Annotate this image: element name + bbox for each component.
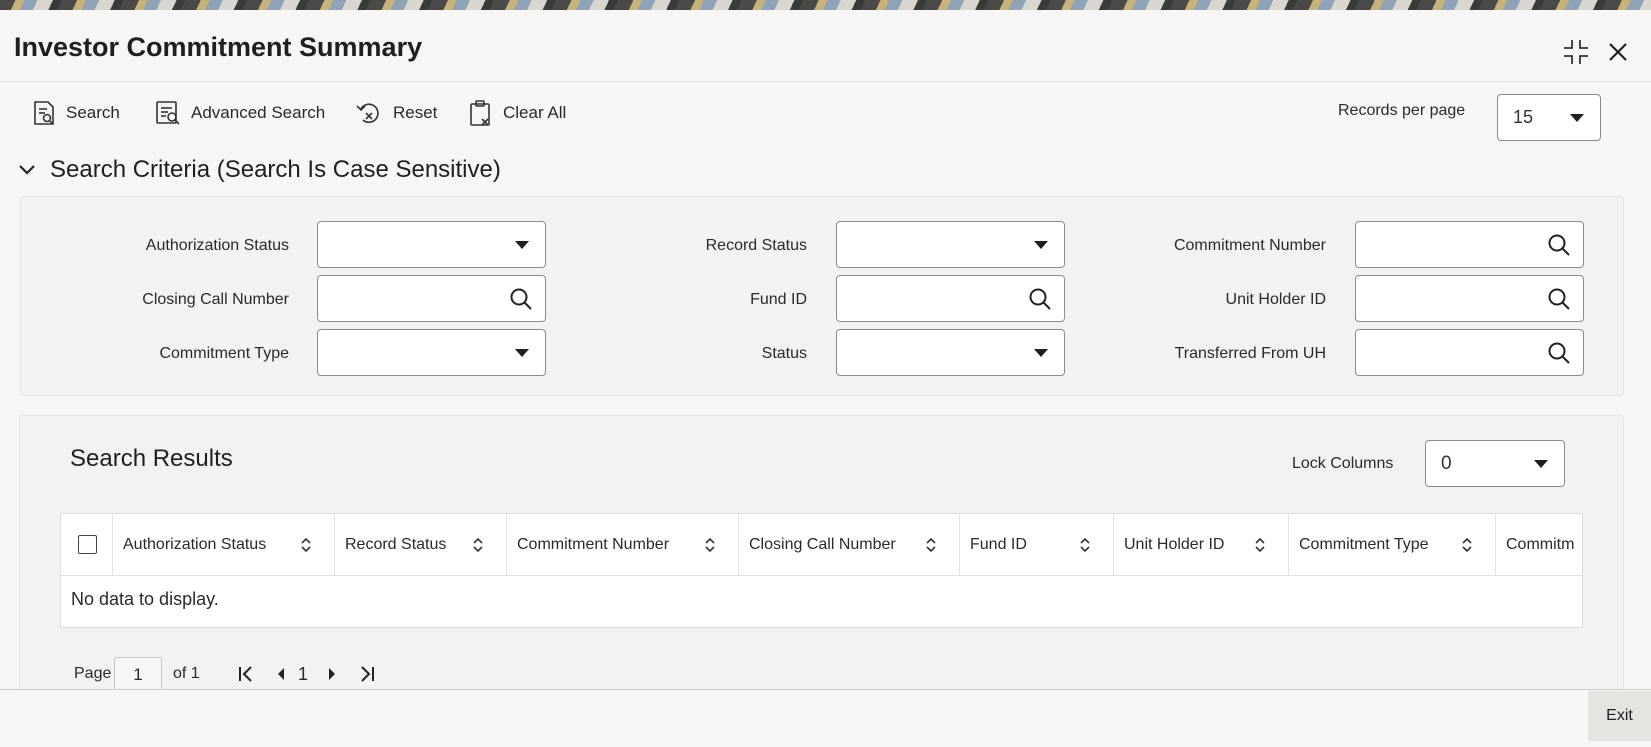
table-header: Authorization Status Record Status Commi…: [61, 514, 1582, 576]
exit-button[interactable]: Exit: [1588, 691, 1651, 741]
transferred-from-uh-input[interactable]: [1355, 329, 1584, 376]
commitment-number-label: Commitment Number: [1173, 237, 1326, 254]
unit-holder-id-label: Unit Holder ID: [1225, 291, 1326, 308]
records-per-page-select[interactable]: 15: [1497, 94, 1601, 141]
column-commitment-type[interactable]: Commitment Type: [1289, 514, 1496, 576]
select-all-cell: [61, 514, 113, 576]
sort-icon: [926, 537, 936, 553]
sort-icon: [473, 537, 483, 553]
column-commitment-number[interactable]: Commitment Number: [507, 514, 739, 576]
closing-call-number-label: Closing Call Number: [142, 291, 289, 308]
column-authorization-status[interactable]: Authorization Status: [113, 514, 335, 576]
column-label: Unit Holder ID: [1124, 536, 1225, 553]
reset-button[interactable]: Reset: [355, 96, 437, 130]
authorization-status-select[interactable]: [317, 221, 546, 268]
advanced-search-button[interactable]: Advanced Search: [155, 96, 325, 130]
column-label: Commitment Number: [517, 536, 670, 553]
column-label: Fund ID: [970, 536, 1027, 553]
column-closing-call-number[interactable]: Closing Call Number: [739, 514, 960, 576]
window-header: Investor Commitment Summary: [0, 10, 1651, 82]
decorative-banner: [0, 0, 1651, 10]
chevron-down-icon: [19, 165, 35, 175]
lock-columns-label: Lock Columns: [1292, 455, 1394, 472]
results-table: Authorization Status Record Status Commi…: [60, 513, 1583, 628]
close-icon[interactable]: [1604, 38, 1632, 66]
chevron-down-icon: [1534, 460, 1548, 468]
sort-icon: [705, 537, 715, 553]
search-results-title: Search Results: [70, 445, 233, 472]
footer: Exit: [0, 689, 1651, 747]
search-criteria-header[interactable]: Search Criteria (Search Is Case Sensitiv…: [18, 156, 501, 184]
search-button[interactable]: Search: [32, 96, 120, 130]
lock-columns-select[interactable]: 0: [1425, 440, 1565, 487]
maximize-icon[interactable]: [1562, 38, 1590, 66]
record-status-label: Record Status: [705, 237, 807, 254]
next-page-icon[interactable]: [321, 663, 343, 685]
column-fund-id[interactable]: Fund ID: [960, 514, 1114, 576]
column-commitment-truncated[interactable]: Commitm: [1496, 514, 1582, 576]
first-page-icon[interactable]: [235, 663, 257, 685]
clipboard-icon: [470, 100, 490, 126]
select-all-checkbox[interactable]: [78, 535, 97, 554]
column-label: Record Status: [345, 536, 447, 553]
empty-message: No data to display.: [71, 589, 219, 609]
commitment-number-input[interactable]: [1355, 221, 1584, 268]
page-number-input[interactable]: 1: [114, 657, 162, 693]
last-page-icon[interactable]: [356, 663, 378, 685]
search-criteria-title: Search Criteria (Search Is Case Sensitiv…: [50, 156, 501, 183]
column-unit-holder-id[interactable]: Unit Holder ID: [1114, 514, 1289, 576]
reset-label: Reset: [393, 103, 438, 122]
sort-icon: [1255, 537, 1265, 553]
pagination: Page 1 of 1 1: [74, 656, 394, 693]
records-per-page-label: Records per page: [1338, 102, 1466, 119]
closing-call-number-input[interactable]: [317, 275, 546, 322]
clear-all-label: Clear All: [503, 103, 567, 122]
transferred-from-uh-label: Transferred From UH: [1174, 345, 1326, 362]
sort-icon: [301, 537, 311, 553]
search-button-label: Search: [66, 103, 120, 122]
search-icon[interactable]: [1547, 287, 1571, 311]
commitment-type-label: Commitment Type: [159, 345, 289, 362]
search-doc-icon: [34, 101, 54, 125]
column-label: Commitm: [1506, 536, 1575, 553]
sort-icon: [1462, 537, 1472, 553]
search-icon[interactable]: [1547, 233, 1571, 257]
search-criteria-panel: Authorization Status Record Status Commi…: [20, 196, 1624, 396]
lock-columns-value: 0: [1441, 452, 1452, 474]
page-title: Investor Commitment Summary: [14, 32, 423, 62]
chevron-down-icon: [1570, 114, 1584, 122]
status-label: Status: [761, 345, 807, 362]
fund-id-label: Fund ID: [750, 291, 807, 308]
sort-icon: [1080, 537, 1090, 553]
search-results-panel: Search Results Lock Columns 0 Authorizat…: [19, 415, 1624, 700]
current-page: 1: [298, 664, 309, 684]
advanced-search-label: Advanced Search: [191, 103, 326, 122]
column-record-status[interactable]: Record Status: [335, 514, 507, 576]
search-icon[interactable]: [1547, 341, 1571, 365]
advanced-search-icon: [156, 101, 180, 125]
reset-icon: [356, 103, 379, 123]
clear-all-button[interactable]: Clear All: [469, 96, 566, 130]
page-label: Page: [74, 665, 112, 682]
unit-holder-id-input[interactable]: [1355, 275, 1584, 322]
records-per-page-value: 15: [1513, 107, 1534, 127]
prev-page-icon[interactable]: [270, 663, 292, 685]
authorization-status-label: Authorization Status: [145, 237, 289, 254]
column-label: Closing Call Number: [749, 536, 896, 553]
commitment-type-select[interactable]: [317, 329, 546, 376]
column-label: Commitment Type: [1299, 536, 1429, 553]
page-of-label: of 1: [173, 665, 200, 682]
column-label: Authorization Status: [123, 536, 267, 553]
